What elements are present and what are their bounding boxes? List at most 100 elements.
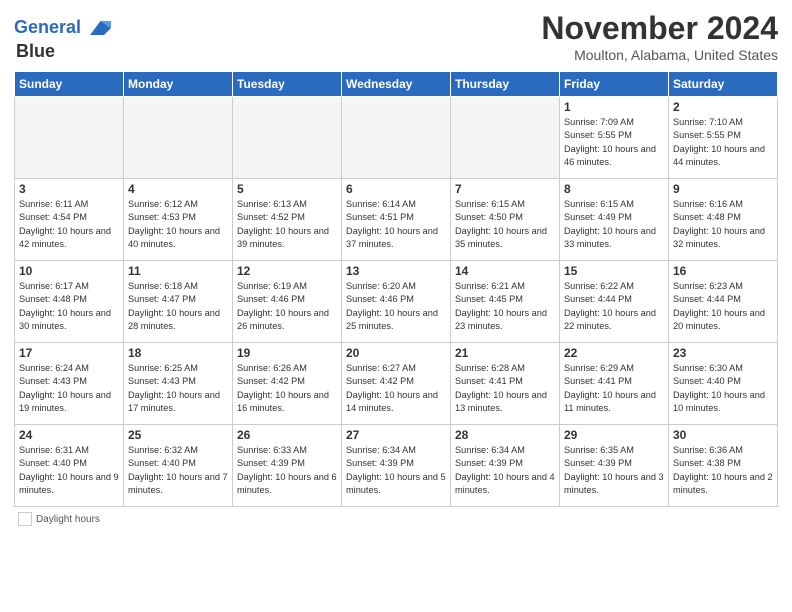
day-header-monday: Monday: [124, 72, 233, 97]
day-number: 16: [673, 264, 773, 278]
day-number: 26: [237, 428, 337, 442]
day-number: 2: [673, 100, 773, 114]
day-number: 15: [564, 264, 664, 278]
day-number: 6: [346, 182, 446, 196]
day-info: Sunrise: 6:34 AM Sunset: 4:39 PM Dayligh…: [455, 444, 555, 497]
calendar-cell: 21 Sunrise: 6:28 AM Sunset: 4:41 PM Dayli…: [451, 343, 560, 425]
day-info: Sunrise: 7:09 AM Sunset: 5:55 PM Dayligh…: [564, 116, 664, 169]
calendar-cell: 11 Sunrise: 6:18 AM Sunset: 4:47 PM Dayli…: [124, 261, 233, 343]
calendar-cell: 3Sunrise: 6:11 AM Sunset: 4:54 PM Daylig…: [15, 179, 124, 261]
day-number: 24: [19, 428, 119, 442]
day-info: Sunrise: 6:15 AM Sunset: 4:50 PM Dayligh…: [455, 198, 555, 251]
title-block: November 2024 Moulton, Alabama, United S…: [541, 10, 778, 63]
day-number: 9: [673, 182, 773, 196]
location: Moulton, Alabama, United States: [541, 47, 778, 63]
calendar-cell: 1 Sunrise: 7:09 AM Sunset: 5:55 PM Daylig…: [560, 97, 669, 179]
day-number: 21: [455, 346, 555, 360]
calendar-cell: [233, 97, 342, 179]
day-info: Sunrise: 6:35 AM Sunset: 4:39 PM Dayligh…: [564, 444, 664, 497]
day-header-friday: Friday: [560, 72, 669, 97]
calendar-cell: 12 Sunrise: 6:19 AM Sunset: 4:46 PM Dayli…: [233, 261, 342, 343]
day-number: 27: [346, 428, 446, 442]
day-info: Sunrise: 6:14 AM Sunset: 4:51 PM Dayligh…: [346, 198, 446, 251]
logo-blue: Blue: [16, 41, 55, 61]
calendar-cell: 8Sunrise: 6:15 AM Sunset: 4:49 PM Daylig…: [560, 179, 669, 261]
day-number: 12: [237, 264, 337, 278]
calendar-cell: 26Sunrise: 6:33 AM Sunset: 4:39 PM Dayli…: [233, 425, 342, 507]
month-title: November 2024: [541, 10, 778, 47]
legend-box-daylight: [18, 512, 32, 526]
day-number: 17: [19, 346, 119, 360]
calendar-cell: 10 Sunrise: 6:17 AM Sunset: 4:48 PM Dayli…: [15, 261, 124, 343]
calendar-table: SundayMondayTuesdayWednesdayThursdayFrid…: [14, 71, 778, 507]
day-info: Sunrise: 6:21 AM Sunset: 4:45 PM Dayligh…: [455, 280, 555, 333]
day-number: 5: [237, 182, 337, 196]
calendar-cell: 19Sunrise: 6:26 AM Sunset: 4:42 PM Dayli…: [233, 343, 342, 425]
calendar-cell: 22Sunrise: 6:29 AM Sunset: 4:41 PM Dayli…: [560, 343, 669, 425]
logo-general: General: [14, 17, 81, 37]
calendar-cell: [15, 97, 124, 179]
day-info: Sunrise: 6:19 AM Sunset: 4:46 PM Dayligh…: [237, 280, 337, 333]
day-number: 28: [455, 428, 555, 442]
day-info: Sunrise: 6:27 AM Sunset: 4:42 PM Dayligh…: [346, 362, 446, 415]
day-number: 1: [564, 100, 664, 114]
logo: General Blue: [14, 14, 111, 62]
day-number: 29: [564, 428, 664, 442]
day-info: Sunrise: 6:25 AM Sunset: 4:43 PM Dayligh…: [128, 362, 228, 415]
calendar-cell: 7 Sunrise: 6:15 AM Sunset: 4:50 PM Daylig…: [451, 179, 560, 261]
header: General Blue November 2024 Moulton, Alab…: [14, 10, 778, 63]
day-info: Sunrise: 6:31 AM Sunset: 4:40 PM Dayligh…: [19, 444, 119, 497]
logo-icon: [83, 14, 111, 42]
calendar-cell: [342, 97, 451, 179]
day-info: Sunrise: 6:30 AM Sunset: 4:40 PM Dayligh…: [673, 362, 773, 415]
day-info: Sunrise: 6:29 AM Sunset: 4:41 PM Dayligh…: [564, 362, 664, 415]
calendar-cell: 16 Sunrise: 6:23 AM Sunset: 4:44 PM Dayli…: [669, 261, 778, 343]
day-header-wednesday: Wednesday: [342, 72, 451, 97]
day-number: 13: [346, 264, 446, 278]
calendar-cell: 25Sunrise: 6:32 AM Sunset: 4:40 PM Dayli…: [124, 425, 233, 507]
calendar-cell: 14 Sunrise: 6:21 AM Sunset: 4:45 PM Dayli…: [451, 261, 560, 343]
day-info: Sunrise: 6:23 AM Sunset: 4:44 PM Dayligh…: [673, 280, 773, 333]
day-header-saturday: Saturday: [669, 72, 778, 97]
day-number: 25: [128, 428, 228, 442]
logo-text: General: [14, 18, 81, 38]
day-info: Sunrise: 6:11 AM Sunset: 4:54 PM Dayligh…: [19, 198, 119, 251]
day-info: Sunrise: 6:18 AM Sunset: 4:47 PM Dayligh…: [128, 280, 228, 333]
calendar-cell: 15 Sunrise: 6:22 AM Sunset: 4:44 PM Dayli…: [560, 261, 669, 343]
day-number: 11: [128, 264, 228, 278]
day-info: Sunrise: 6:24 AM Sunset: 4:43 PM Dayligh…: [19, 362, 119, 415]
day-number: 30: [673, 428, 773, 442]
day-info: Sunrise: 6:12 AM Sunset: 4:53 PM Dayligh…: [128, 198, 228, 251]
legend: Daylight hours: [14, 512, 778, 526]
calendar-cell: 18Sunrise: 6:25 AM Sunset: 4:43 PM Dayli…: [124, 343, 233, 425]
calendar-cell: 2 Sunrise: 7:10 AM Sunset: 5:55 PM Daylig…: [669, 97, 778, 179]
day-number: 14: [455, 264, 555, 278]
calendar-cell: 23 Sunrise: 6:30 AM Sunset: 4:40 PM Dayli…: [669, 343, 778, 425]
calendar-cell: 5Sunrise: 6:13 AM Sunset: 4:52 PM Daylig…: [233, 179, 342, 261]
calendar-cell: 29 Sunrise: 6:35 AM Sunset: 4:39 PM Dayli…: [560, 425, 669, 507]
calendar-cell: 30Sunrise: 6:36 AM Sunset: 4:38 PM Dayli…: [669, 425, 778, 507]
day-number: 23: [673, 346, 773, 360]
day-info: Sunrise: 6:16 AM Sunset: 4:48 PM Dayligh…: [673, 198, 773, 251]
day-info: Sunrise: 6:15 AM Sunset: 4:49 PM Dayligh…: [564, 198, 664, 251]
day-info: Sunrise: 6:22 AM Sunset: 4:44 PM Dayligh…: [564, 280, 664, 333]
legend-daylight-label: Daylight hours: [36, 514, 100, 525]
day-number: 19: [237, 346, 337, 360]
calendar-cell: [451, 97, 560, 179]
calendar-cell: 17 Sunrise: 6:24 AM Sunset: 4:43 PM Dayli…: [15, 343, 124, 425]
day-info: Sunrise: 6:28 AM Sunset: 4:41 PM Dayligh…: [455, 362, 555, 415]
calendar-cell: 20Sunrise: 6:27 AM Sunset: 4:42 PM Dayli…: [342, 343, 451, 425]
day-number: 10: [19, 264, 119, 278]
day-info: Sunrise: 6:34 AM Sunset: 4:39 PM Dayligh…: [346, 444, 446, 497]
day-info: Sunrise: 7:10 AM Sunset: 5:55 PM Dayligh…: [673, 116, 773, 169]
day-info: Sunrise: 6:17 AM Sunset: 4:48 PM Dayligh…: [19, 280, 119, 333]
day-number: 4: [128, 182, 228, 196]
calendar-cell: [124, 97, 233, 179]
calendar-cell: 6 Sunrise: 6:14 AM Sunset: 4:51 PM Daylig…: [342, 179, 451, 261]
calendar-cell: 27 Sunrise: 6:34 AM Sunset: 4:39 PM Dayli…: [342, 425, 451, 507]
calendar-cell: 4 Sunrise: 6:12 AM Sunset: 4:53 PM Daylig…: [124, 179, 233, 261]
main-container: General Blue November 2024 Moulton, Alab…: [0, 0, 792, 534]
day-header-tuesday: Tuesday: [233, 72, 342, 97]
day-number: 7: [455, 182, 555, 196]
legend-item-daylight: Daylight hours: [18, 512, 100, 526]
